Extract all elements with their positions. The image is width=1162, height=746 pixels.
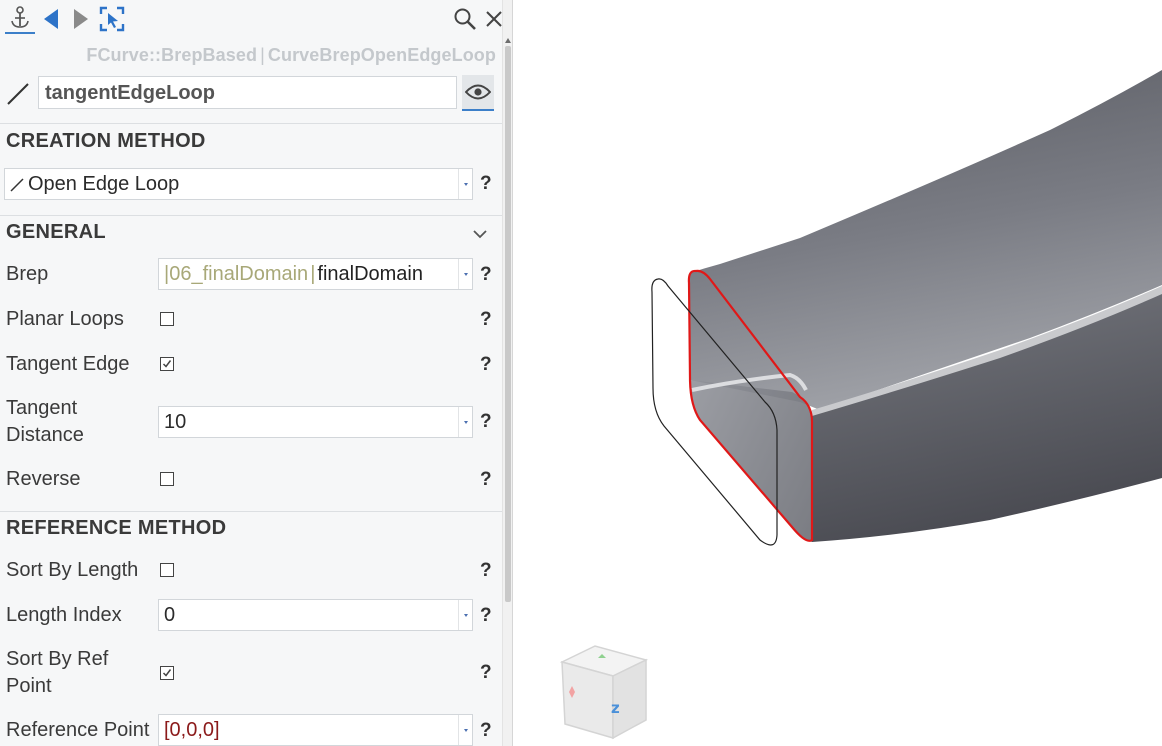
viewport-canvas[interactable]: z bbox=[513, 0, 1162, 746]
creation-method-select[interactable]: Open Edge Loop bbox=[4, 168, 473, 200]
length-index-input[interactable]: 0 bbox=[158, 599, 473, 631]
sort-by-ref-point-checkbox[interactable] bbox=[160, 666, 174, 680]
object-type-path: FCurve::BrepBased | CurveBrepOpenEdgeLoop bbox=[86, 45, 496, 66]
tangent-edge-label: Tangent Edge bbox=[6, 353, 130, 375]
object-name-row: tangentEdgeLoop bbox=[0, 72, 502, 124]
brep-help[interactable]: ? bbox=[480, 264, 492, 286]
length-index-label: Length Index bbox=[6, 604, 122, 626]
tube-body[interactable] bbox=[689, 70, 1162, 542]
reverse-help[interactable]: ? bbox=[480, 469, 492, 491]
length-index-value: 0 bbox=[164, 604, 176, 626]
visibility-toggle[interactable] bbox=[462, 75, 494, 111]
brep-path-separator: | bbox=[310, 263, 316, 285]
brep-value: finalDomain bbox=[317, 263, 423, 285]
creation-method-title: CREATION METHOD bbox=[6, 130, 206, 152]
sort-by-ref-point-help[interactable]: ? bbox=[480, 662, 492, 684]
collapse-chevron-icon[interactable] bbox=[472, 228, 488, 240]
chevron-down-icon[interactable] bbox=[458, 600, 472, 630]
chevron-down-icon[interactable] bbox=[458, 259, 472, 289]
curve-icon bbox=[10, 178, 24, 192]
planar-loops-label: Planar Loops bbox=[6, 308, 124, 330]
eye-icon bbox=[465, 84, 491, 100]
checkmark-icon bbox=[162, 669, 172, 677]
tangent-edge-checkbox[interactable] bbox=[160, 357, 174, 371]
anchor-button[interactable] bbox=[5, 4, 35, 34]
object-type-name: CurveBrepOpenEdgeLoop bbox=[267, 45, 496, 65]
tangent-distance-label: Tangent Distance bbox=[6, 395, 84, 449]
object-name-input[interactable]: tangentEdgeLoop bbox=[38, 76, 457, 109]
reference-point-label: Reference Point bbox=[6, 719, 150, 741]
tangent-distance-input[interactable]: 10 bbox=[158, 406, 473, 438]
general-title: GENERAL bbox=[6, 221, 106, 243]
brep-label: Brep bbox=[6, 263, 49, 285]
chevron-down-icon[interactable] bbox=[458, 169, 472, 199]
scroll-up-arrow-icon[interactable] bbox=[505, 38, 511, 43]
reference-point-help[interactable]: ? bbox=[480, 720, 492, 742]
view-cube-face-label: z bbox=[611, 699, 620, 717]
brep-path: 06_finalDomain bbox=[169, 263, 309, 285]
curve-icon bbox=[7, 83, 29, 105]
scrollbar-thumb[interactable] bbox=[505, 46, 511, 602]
select-icon bbox=[99, 6, 125, 32]
reference-method-title: REFERENCE METHOD bbox=[6, 517, 227, 539]
search-icon bbox=[454, 8, 476, 30]
sort-by-length-help[interactable]: ? bbox=[480, 560, 492, 582]
tangent-distance-label-line1: Tangent bbox=[6, 397, 78, 419]
panel-scrollbar[interactable] bbox=[502, 0, 513, 746]
search-button[interactable] bbox=[452, 4, 478, 34]
chevron-down-icon[interactable] bbox=[458, 715, 472, 745]
section-divider bbox=[0, 215, 502, 216]
creation-method-value: Open Edge Loop bbox=[28, 173, 180, 195]
tangent-distance-label-line2: Distance bbox=[6, 424, 84, 446]
planar-loops-checkbox[interactable] bbox=[160, 312, 174, 326]
close-button[interactable] bbox=[484, 4, 502, 34]
sort-by-length-checkbox[interactable] bbox=[160, 563, 174, 577]
sort-by-ref-point-label-line1: Sort By Ref bbox=[6, 648, 109, 670]
sort-by-ref-point-label-line2: Point bbox=[6, 675, 52, 697]
tangent-edge-help[interactable]: ? bbox=[480, 354, 492, 376]
property-panel: FCurve::BrepBased | CurveBrepOpenEdgeLoop … bbox=[0, 0, 502, 746]
object-type-separator: | bbox=[260, 45, 265, 65]
tangent-distance-value: 10 bbox=[164, 411, 187, 433]
reverse-checkbox[interactable] bbox=[160, 472, 174, 486]
creation-method-help[interactable]: ? bbox=[480, 173, 492, 195]
object-type-class: FCurve::BrepBased bbox=[86, 45, 258, 65]
planar-loops-help[interactable]: ? bbox=[480, 309, 492, 331]
close-icon bbox=[486, 11, 502, 27]
forward-button[interactable] bbox=[70, 4, 92, 34]
forward-icon bbox=[74, 9, 88, 29]
reference-point-value: [0,0,0] bbox=[164, 719, 220, 741]
sort-by-ref-point-label: Sort By Ref Point bbox=[6, 646, 108, 700]
back-button[interactable] bbox=[40, 4, 62, 34]
anchor-icon bbox=[11, 6, 29, 28]
brep-select[interactable]: |06_finalDomain | finalDomain bbox=[158, 258, 473, 290]
view-cube[interactable]: z bbox=[559, 645, 649, 740]
section-divider bbox=[0, 511, 502, 512]
length-index-help[interactable]: ? bbox=[480, 605, 492, 627]
reverse-label: Reverse bbox=[6, 468, 81, 490]
tangent-distance-help[interactable]: ? bbox=[480, 411, 492, 433]
checkmark-icon bbox=[162, 360, 172, 368]
sort-by-length-label: Sort By Length bbox=[6, 559, 139, 581]
back-icon bbox=[44, 9, 58, 29]
3d-viewport[interactable]: z bbox=[513, 0, 1162, 746]
panel-toolbar bbox=[0, 0, 502, 40]
select-mode-button[interactable] bbox=[98, 4, 126, 34]
reference-point-input[interactable]: [0,0,0] bbox=[158, 714, 473, 746]
chevron-down-icon[interactable] bbox=[458, 407, 472, 437]
